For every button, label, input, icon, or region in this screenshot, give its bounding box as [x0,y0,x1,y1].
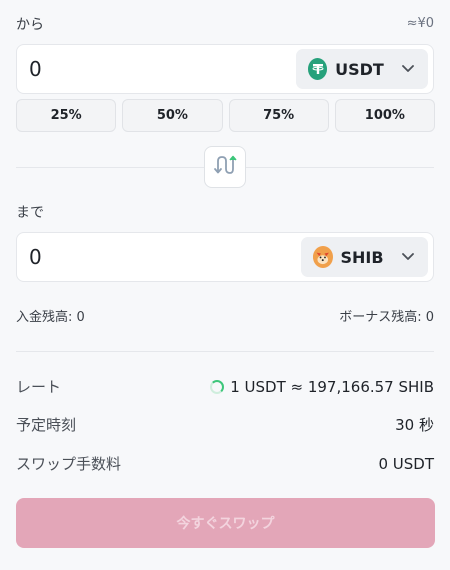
to-label: まで [16,205,44,221]
percent-100-button[interactable]: 100% [334,99,435,132]
to-token-select[interactable]: SHIB [301,237,428,277]
from-amount-box[interactable]: 0 USDT [16,44,434,94]
from-token-select[interactable]: USDT [296,49,428,89]
fee-label: スワップ手数料 [16,455,122,473]
eta-value: 30 秒 [395,416,434,434]
deposit-balance: 入金残高: 0 [16,310,85,325]
approx-fiat-value: ≈¥0 [406,16,434,31]
from-label: から [16,17,44,33]
fee-row: スワップ手数料 0 USDT [16,453,434,474]
swap-direction-button[interactable] [204,146,246,188]
refresh-spinner-icon [210,379,225,394]
shib-icon [313,246,333,268]
rate-label: レート [16,378,62,396]
from-token-name: USDT [335,59,384,79]
percent-buttons: 25% 50% 75% 100% [16,99,435,132]
balances-row: 入金残高: 0 ボーナス残高: 0 [16,306,434,325]
to-amount-box[interactable]: 0 SHIB [16,232,434,282]
eta-label: 予定時刻 [16,416,77,434]
percent-25-button[interactable]: 25% [16,99,117,132]
swap-arrows-icon [212,152,238,182]
to-token-name: SHIB [340,247,384,267]
chevron-down-icon [402,62,414,76]
rate-row: レート 1 USDT ≈ 197,166.57 SHIB [16,376,434,397]
eta-row: 予定時刻 30 秒 [16,414,434,435]
swap-now-button[interactable]: 今すぐスワップ [16,498,435,548]
from-amount-input[interactable]: 0 [29,57,42,81]
bonus-balance: ボーナス残高: 0 [339,310,434,325]
rate-value: 1 USDT ≈ 197,166.57 SHIB [230,377,434,396]
percent-50-button[interactable]: 50% [122,99,223,132]
usdt-icon [308,58,328,80]
divider [16,351,434,352]
percent-75-button[interactable]: 75% [228,99,329,132]
to-amount-input[interactable]: 0 [29,245,42,269]
chevron-down-icon [401,250,414,264]
fee-value: 0 USDT [378,454,434,473]
